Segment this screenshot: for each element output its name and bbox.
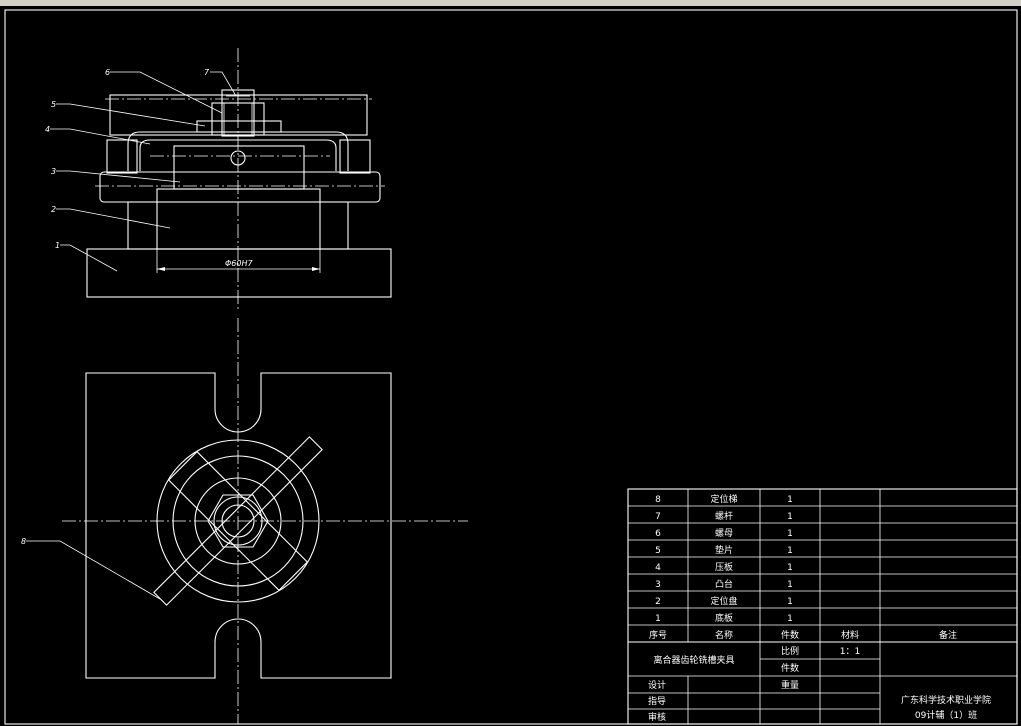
- scale-label: 比例: [781, 645, 799, 657]
- svg-text:材料: 材料: [841, 629, 859, 641]
- weight-label: 重量: [781, 679, 799, 691]
- guide-label: 指导: [648, 695, 666, 707]
- parts-row: 7 螺杆 1: [655, 510, 793, 522]
- callout-5: 5: [51, 100, 56, 109]
- drawing-border: [4, 9, 1018, 725]
- svg-text:定位盘: 定位盘: [710, 595, 737, 607]
- parts-row: 2 定位盘 1: [655, 595, 793, 607]
- svg-text:件数: 件数: [781, 629, 799, 641]
- svg-text:垫片: 垫片: [715, 544, 733, 556]
- svg-text:4: 4: [655, 563, 661, 573]
- cad-drawing-canvas[interactable]: Φ60H7 1 2 3 4 5 6 7 8 8 定位梯 1 7 螺杆 1 6 螺…: [0, 6, 1021, 726]
- title-block-grid: [627, 488, 1018, 725]
- front-view: [86, 48, 392, 311]
- svg-text:1: 1: [655, 614, 661, 624]
- parts-list: 8 定位梯 1 7 螺杆 1 6 螺母 1 5 垫片 1 4 压板 1 3 凸台…: [655, 493, 793, 624]
- class-name: 09计辅（1）班: [915, 709, 977, 721]
- svg-text:1: 1: [787, 546, 793, 556]
- parts-row: 1 底板 1: [655, 612, 793, 624]
- drawing-name: 离合器齿轮铣槽夹具: [653, 654, 734, 666]
- svg-text:底板: 底板: [715, 612, 733, 624]
- svg-text:定位梯: 定位梯: [710, 493, 737, 505]
- design-label: 设计: [648, 679, 666, 691]
- svg-text:6: 6: [655, 529, 661, 539]
- parts-row: 8 定位梯 1: [655, 493, 793, 505]
- svg-text:名称: 名称: [715, 629, 733, 641]
- svg-text:凸台: 凸台: [715, 578, 733, 590]
- svg-text:1: 1: [787, 580, 793, 590]
- svg-text:螺母: 螺母: [715, 528, 733, 539]
- svg-text:1: 1: [787, 614, 793, 624]
- scale-value: 1：1: [840, 647, 860, 657]
- svg-text:3: 3: [655, 580, 661, 590]
- svg-text:压板: 压板: [715, 561, 733, 573]
- callout-8: 8: [21, 537, 26, 546]
- svg-text:2: 2: [655, 597, 661, 607]
- svg-text:1: 1: [787, 512, 793, 522]
- parts-row: 5 垫片 1: [655, 544, 793, 556]
- callout-4: 4: [45, 125, 50, 134]
- svg-text:1: 1: [787, 529, 793, 539]
- svg-text:5: 5: [655, 546, 661, 556]
- qty-label: 件数: [781, 662, 799, 674]
- parts-row: 3 凸台 1: [655, 578, 793, 590]
- svg-text:7: 7: [655, 512, 661, 522]
- review-label: 审核: [648, 711, 666, 723]
- title-block: 离合器齿轮铣槽夹具 比例 1：1 件数 重量 设计 指导 审核 广东科学技术职业…: [648, 645, 991, 723]
- callout-3: 3: [51, 167, 56, 176]
- svg-text:备注: 备注: [939, 629, 957, 641]
- svg-text:8: 8: [655, 495, 661, 505]
- dimension-text: Φ60H7: [225, 259, 253, 268]
- svg-text:1: 1: [787, 597, 793, 607]
- parts-row: 4 压板 1: [655, 561, 793, 573]
- top-view: [62, 318, 468, 724]
- callout-1: 1: [55, 241, 60, 250]
- svg-text:1: 1: [787, 563, 793, 573]
- svg-text:序号: 序号: [649, 629, 667, 641]
- school-name: 广东科学技术职业学院: [901, 694, 991, 706]
- callout-2: 2: [51, 205, 56, 214]
- callout-7: 7: [204, 68, 210, 77]
- svg-text:螺杆: 螺杆: [715, 510, 733, 522]
- callouts: [26, 71, 237, 600]
- parts-list-header: 序号 名称 件数 材料 备注: [649, 629, 957, 641]
- callout-6: 6: [105, 68, 110, 77]
- parts-row: 6 螺母 1: [655, 528, 793, 539]
- svg-text:1: 1: [787, 495, 793, 505]
